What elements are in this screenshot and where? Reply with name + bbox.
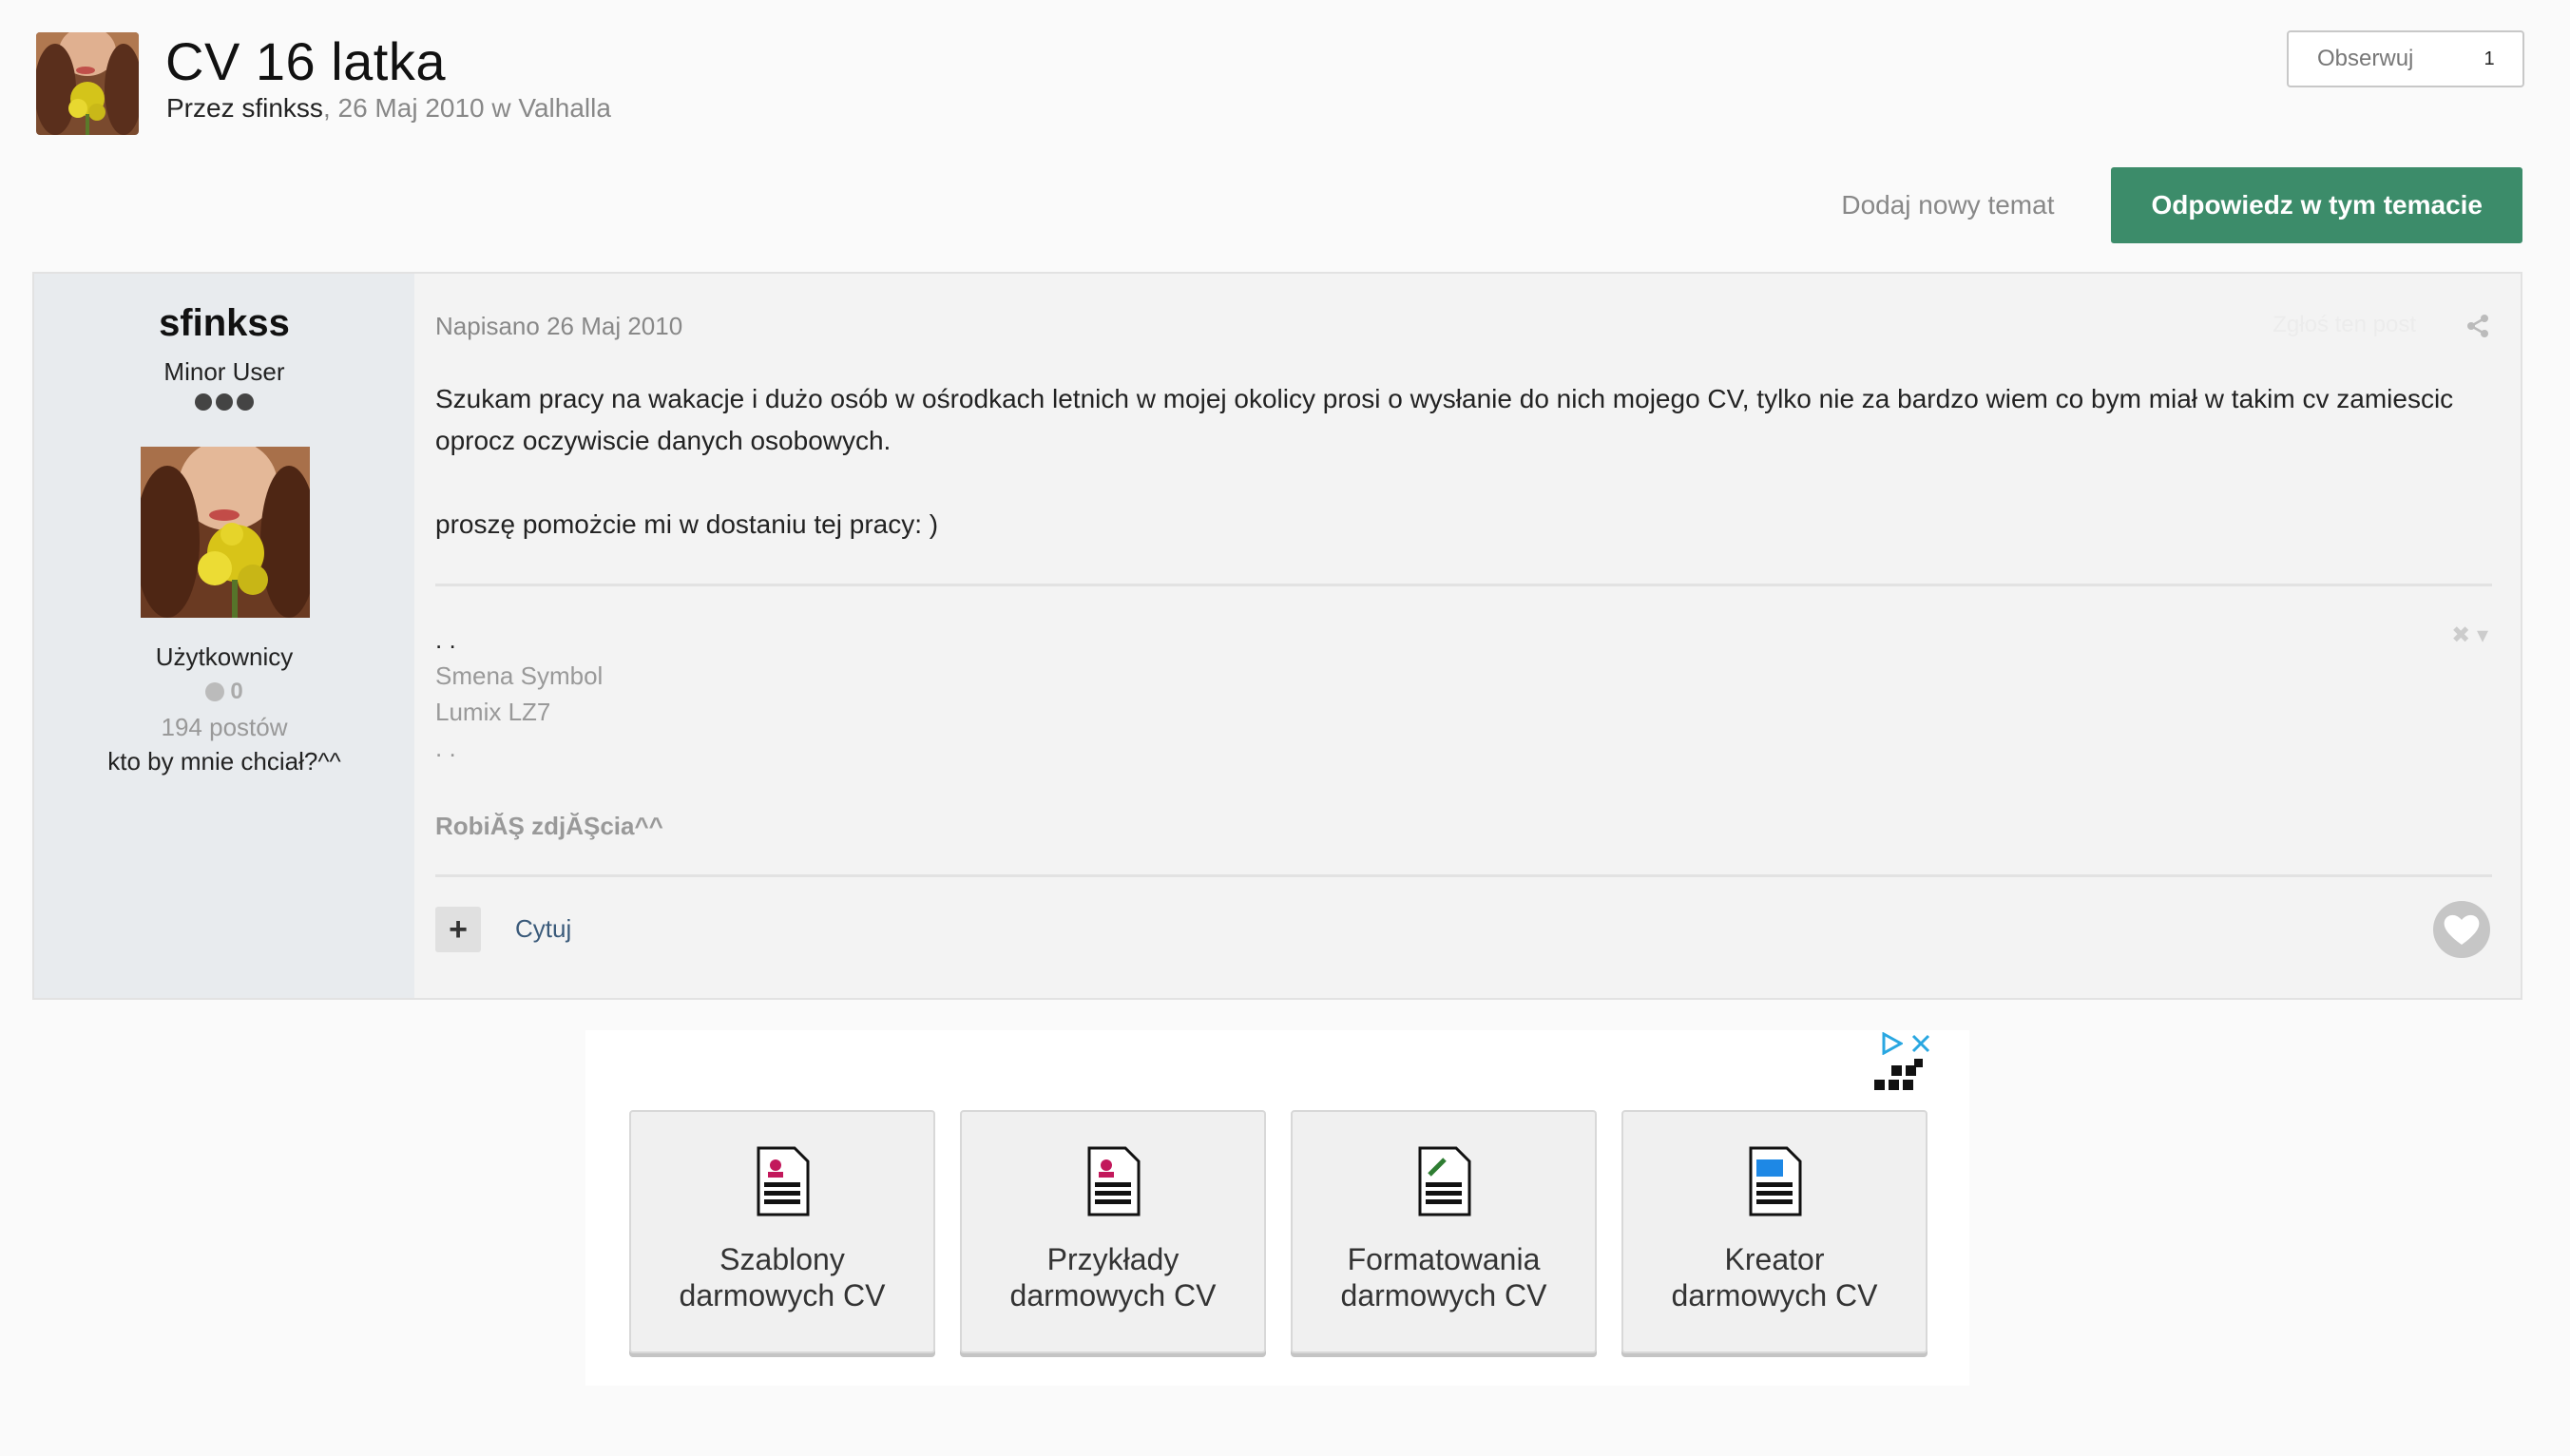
signature-line: Smena Symbol: [435, 661, 604, 690]
reply-button[interactable]: Odpowiedz w tym temacie: [2111, 167, 2522, 243]
topic-meta: Przez sfinkss, 26 Maj 2010 w Valhalla: [166, 93, 611, 124]
post: sfinkss Minor User Użytkownicy 0 194 pos…: [32, 272, 2522, 1000]
ad-tile-formatting[interactable]: Formatowania darmowych CV: [1291, 1110, 1597, 1353]
ad-tile-label: Szablony darmowych CV: [679, 1242, 886, 1312]
adchoices-play-icon[interactable]: [1880, 1032, 1903, 1055]
signature: . . Smena Symbol Lumix LZ7 . .: [435, 622, 603, 766]
document-icon: [757, 1146, 810, 1217]
multiquote-plus-button[interactable]: +: [435, 907, 481, 952]
author-post-count: 194 postów: [161, 713, 288, 741]
reputation-value: 0: [230, 679, 243, 704]
ad-tile-label: Przykłady darmowych CV: [1009, 1242, 1217, 1312]
signature-dots: . .: [435, 734, 456, 762]
ad-close-icon[interactable]: [1910, 1033, 1931, 1054]
topic-author-link[interactable]: sfinkss: [241, 93, 323, 123]
topic-meta-suffix[interactable]: , 26 Maj 2010 w Valhalla: [323, 93, 611, 123]
reputation-badge: 0: [34, 679, 414, 705]
post-date[interactable]: Napisano 26 Maj 2010: [435, 312, 682, 341]
post-author-panel: sfinkss Minor User Użytkownicy 0 194 pos…: [34, 274, 414, 998]
follow-button[interactable]: Obserwuj 1: [2287, 30, 2524, 87]
topic-meta-prefix: Przez: [166, 93, 242, 123]
new-topic-link[interactable]: Dodaj nowy temat: [1841, 190, 2054, 220]
ad-tile-label: Kreator darmowych CV: [1671, 1242, 1878, 1312]
ad-tile-label: Formatowania darmowych CV: [1340, 1242, 1547, 1312]
document-icon: [1749, 1146, 1802, 1217]
ad-box: Szablony darmowych CV Przykłady darmowych …: [585, 1030, 1969, 1386]
rank-pips-icon: [34, 393, 414, 411]
post-footer-divider: [435, 874, 2492, 877]
ad-choices[interactable]: [1880, 1032, 1931, 1055]
post-body: Szukam pracy na wakacje i dużo osób w oś…: [435, 378, 2517, 587]
ad-tile-templates[interactable]: Szablony darmowych CV: [629, 1110, 935, 1353]
ad-tile-examples[interactable]: Przykłady darmowych CV: [960, 1110, 1266, 1353]
like-heart-icon[interactable]: [2433, 901, 2490, 958]
author-name[interactable]: sfinkss: [34, 302, 414, 345]
post-content: Napisano 26 Maj 2010 Zgłoś ten post Szuk…: [435, 274, 2492, 998]
reputation-dot-icon: [205, 682, 225, 701]
signature-divider: [435, 584, 2492, 586]
author-custom-title: kto by mnie chciał?^^: [107, 747, 341, 776]
ad-tile-creator[interactable]: Kreator darmowych CV: [1621, 1110, 1928, 1353]
follow-count: 1: [2484, 48, 2495, 69]
author-rank: Minor User: [163, 357, 285, 386]
author-group: Użytkownicy: [155, 642, 294, 671]
post-paragraph: Szukam pracy na wakacje i dużo osób w oś…: [435, 384, 2454, 455]
document-icon: [1087, 1146, 1141, 1217]
topic-header: CV 16 latka Przez sfinkss, 26 Maj 2010 w…: [34, 30, 2524, 154]
report-post-link[interactable]: Zgłoś ten post: [2273, 312, 2416, 338]
author-photo[interactable]: [141, 447, 310, 618]
follow-label: Obserwuj: [2317, 46, 2414, 71]
signature-line: Lumix LZ7: [435, 698, 551, 726]
post-paragraph: proszę pomożcie mi w dostaniu tej pracy:…: [435, 509, 939, 539]
share-icon[interactable]: [2465, 314, 2490, 338]
ad-brand-logo: [1874, 1059, 1923, 1090]
topic-author-avatar[interactable]: [36, 32, 139, 135]
topic-title: CV 16 latka: [165, 31, 446, 91]
topic-actions: Dodaj nowy temat Odpowiedz w tym temacie: [1841, 167, 2522, 243]
document-edit-icon: [1418, 1146, 1471, 1217]
signature-dots: . .: [435, 625, 456, 654]
hide-signature-icon[interactable]: ✖ ▾: [2451, 622, 2488, 649]
quote-link[interactable]: Cytuj: [515, 914, 571, 944]
signature-bold-line: RobiĂŞ zdjĂŞcia^^: [435, 812, 663, 840]
